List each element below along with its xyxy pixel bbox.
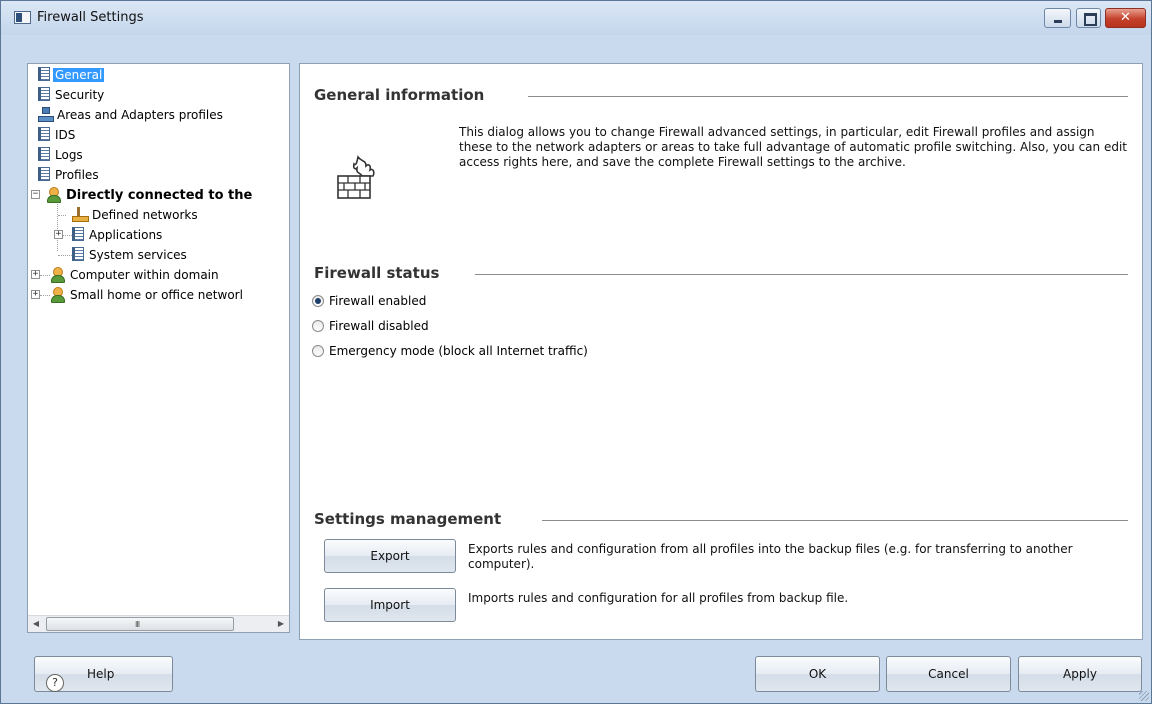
navigation-tree: General Security Areas and Adapters prof…	[27, 63, 290, 633]
radio-unchecked-icon[interactable]	[312, 320, 324, 332]
tree-connector	[40, 275, 50, 276]
tree-item-small-office-network[interactable]: Small home or office networl	[50, 285, 245, 305]
minimize-button[interactable]	[1044, 8, 1071, 28]
ok-button[interactable]: OK	[755, 656, 880, 692]
content-panel: General information This dialog allows y…	[299, 63, 1143, 640]
tree-item-areas-adapters[interactable]: Areas and Adapters profiles	[38, 105, 225, 125]
tree-item-defined-networks[interactable]: Defined networks	[72, 205, 200, 225]
person-icon	[46, 187, 61, 203]
help-button[interactable]: ? Help	[34, 656, 173, 692]
tree-item-directly-connected[interactable]: Directly connected to the	[46, 185, 254, 205]
help-label: Help	[87, 667, 115, 681]
radio-firewall-enabled[interactable]: Firewall enabled	[312, 291, 426, 311]
document-icon	[38, 167, 50, 181]
person-icon	[50, 267, 65, 283]
document-icon	[72, 227, 84, 241]
tree-item-profiles[interactable]: Profiles	[38, 165, 101, 185]
tree-connector	[57, 201, 58, 251]
tree-connector	[40, 295, 50, 296]
export-description: Exports rules and configuration from all…	[468, 542, 1073, 571]
firewall-brick-icon	[337, 155, 375, 199]
import-button[interactable]: Import	[324, 588, 456, 622]
radio-emergency-mode[interactable]: Emergency mode (block all Internet traff…	[312, 341, 588, 361]
firewall-status-heading: Firewall status	[314, 264, 440, 282]
network-icon	[38, 107, 54, 122]
tree-item-security[interactable]: Security	[38, 85, 106, 105]
tree-item-system-services[interactable]: System services	[72, 245, 189, 265]
tree-item-computer-within-domain[interactable]: Computer within domain	[50, 265, 221, 285]
close-button[interactable]	[1105, 8, 1146, 28]
title-bar[interactable]: Firewall Settings	[1, 1, 1151, 35]
window-title: Firewall Settings	[37, 10, 144, 25]
expand-toggle[interactable]: +	[31, 290, 40, 299]
cancel-button[interactable]: Cancel	[886, 656, 1011, 692]
tree-connector	[58, 215, 66, 216]
section-divider	[542, 520, 1128, 521]
document-icon	[38, 87, 50, 101]
tree-item-applications[interactable]: Applications	[72, 225, 164, 245]
settings-management-heading: Settings management	[314, 510, 502, 528]
radio-checked-icon[interactable]	[312, 295, 324, 307]
tree-item-general[interactable]: General	[38, 65, 105, 85]
general-information-description: This dialog allows you to change Firewal…	[459, 125, 1127, 169]
section-divider	[475, 274, 1128, 275]
person-icon	[50, 287, 65, 303]
firewall-settings-window: Firewall Settings General Security Areas…	[0, 0, 1152, 704]
resize-grip[interactable]	[1139, 691, 1149, 701]
scrollbar-thumb[interactable]: III	[46, 617, 234, 631]
help-icon: ?	[46, 674, 64, 692]
document-icon	[38, 127, 50, 141]
horizontal-scrollbar[interactable]: ◀ III ▶	[28, 615, 289, 632]
expand-toggle[interactable]: +	[54, 230, 63, 239]
help-icon-wrap: ?	[45, 665, 65, 692]
tree-item-logs[interactable]: Logs	[38, 145, 85, 165]
expand-toggle[interactable]: +	[31, 270, 40, 279]
document-icon	[38, 147, 50, 161]
radio-unchecked-icon[interactable]	[312, 345, 324, 357]
document-icon	[72, 247, 84, 261]
scroll-right-arrow-icon[interactable]: ▶	[273, 616, 289, 632]
collapse-toggle[interactable]: −	[31, 190, 40, 199]
section-divider	[528, 96, 1128, 97]
document-icon	[38, 67, 50, 81]
radio-firewall-disabled[interactable]: Firewall disabled	[312, 316, 429, 336]
apply-button[interactable]: Apply	[1018, 656, 1142, 692]
tree-connector	[58, 255, 72, 256]
general-information-heading: General information	[314, 86, 485, 104]
export-button[interactable]: Export	[324, 539, 456, 573]
scrollbar-grip: III	[135, 620, 140, 629]
app-window-icon	[14, 11, 31, 24]
scroll-left-arrow-icon[interactable]: ◀	[28, 616, 44, 632]
tree-item-ids[interactable]: IDS	[38, 125, 77, 145]
import-description: Imports rules and configuration for all …	[468, 591, 849, 605]
network-icon	[72, 207, 89, 222]
maximize-button[interactable]	[1076, 8, 1101, 28]
